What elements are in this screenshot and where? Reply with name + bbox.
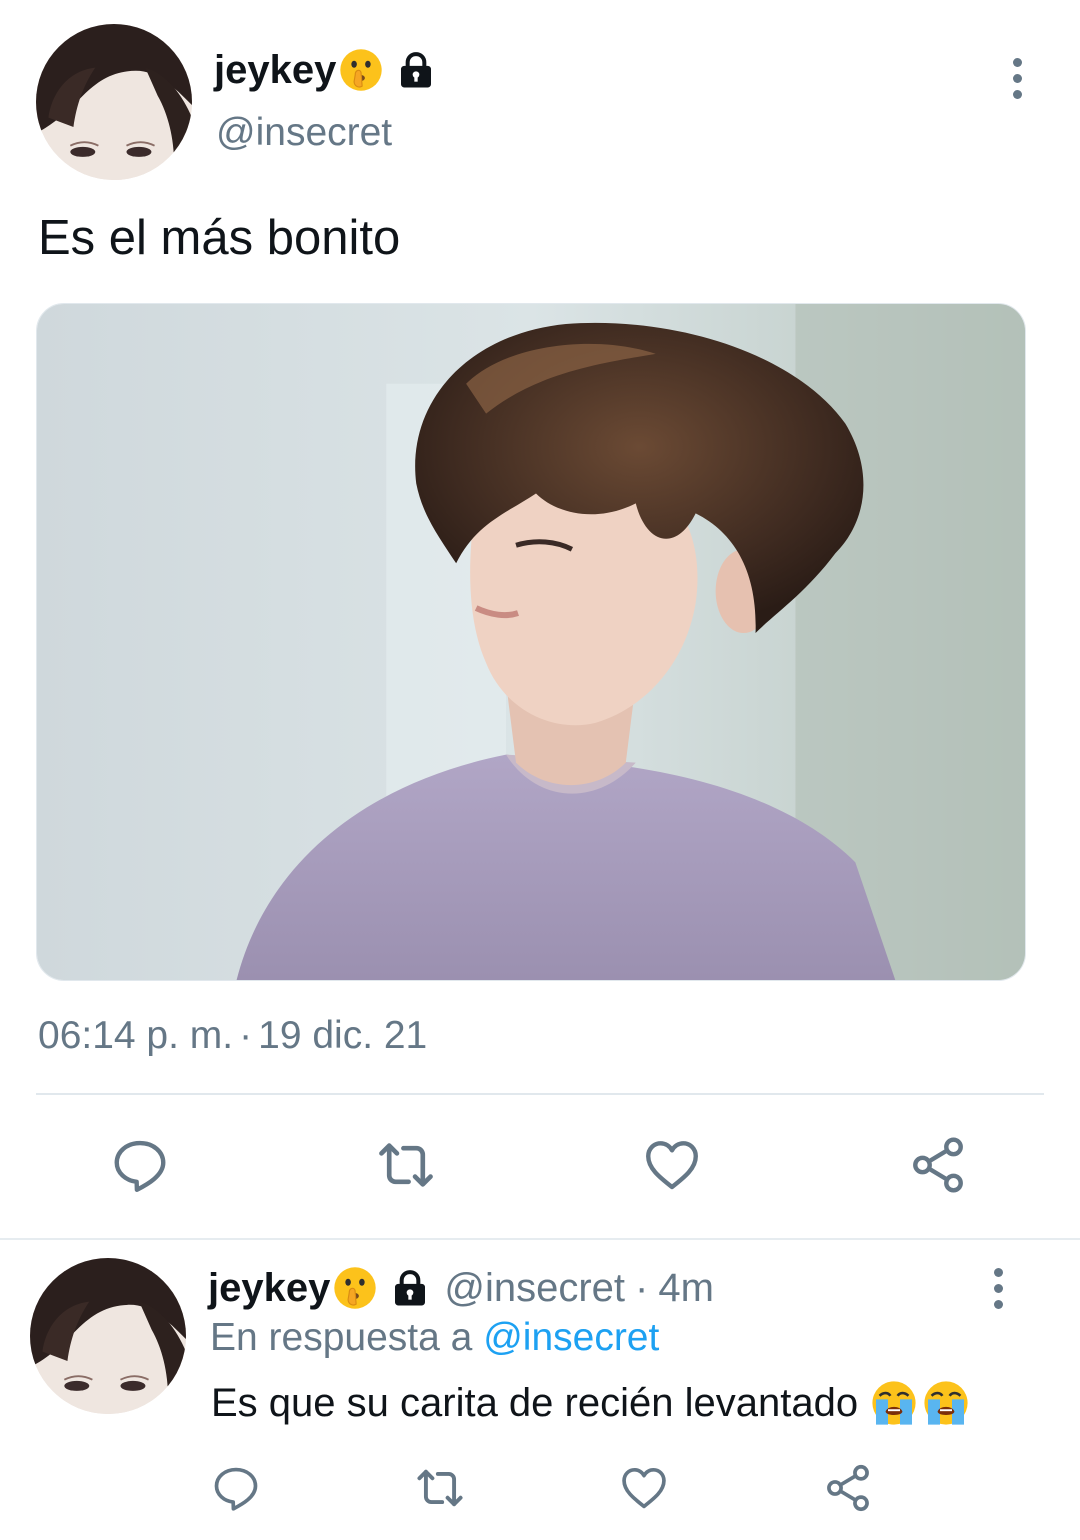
reply-like-button[interactable] <box>612 1456 676 1520</box>
like-icon <box>618 1462 670 1514</box>
author-handle[interactable]: @insecret <box>216 110 392 156</box>
reply-time[interactable]: 4m <box>658 1264 714 1312</box>
author-avatar[interactable] <box>36 24 192 180</box>
reply-text-content: Es que su carita de recién levantado <box>211 1381 859 1425</box>
reply-author-name[interactable]: jeykey <box>208 1264 330 1312</box>
retweet-icon <box>375 1134 437 1196</box>
lock-icon <box>396 50 436 90</box>
reply-header: jeykey @insecret · 4m <box>208 1264 714 1312</box>
tweet-photo[interactable] <box>36 303 1026 981</box>
lock-icon <box>390 1268 430 1308</box>
avatar-image <box>30 1258 186 1414</box>
reply-separator: · <box>635 1266 649 1310</box>
tweet-timestamp[interactable]: 06:14 p. m. · 19 dic. 21 <box>38 1014 427 1058</box>
more-options-icon[interactable] <box>1010 58 1024 99</box>
shushing-face-emoji <box>338 47 384 93</box>
like-icon <box>641 1134 703 1196</box>
share-button[interactable] <box>898 1130 978 1200</box>
reply-context: En respuesta a @insecret <box>210 1314 659 1362</box>
share-icon <box>822 1462 874 1514</box>
tweet-text: Es el más bonito <box>38 211 401 265</box>
reply-icon <box>109 1134 171 1196</box>
reply-context-prefix: En respuesta a <box>210 1316 473 1359</box>
photo-image <box>37 304 1025 980</box>
tweet-date: 19 dic. 21 <box>258 1014 428 1057</box>
divider <box>36 1093 1044 1095</box>
reply-text: Es que su carita de recién levantado <box>211 1378 970 1428</box>
retweet-button[interactable] <box>366 1130 446 1200</box>
tweet-time: 06:14 p. m. <box>38 1014 234 1057</box>
reply-share-button[interactable] <box>816 1456 880 1520</box>
avatar-image <box>36 24 192 180</box>
loudly-crying-face-emoji <box>922 1379 970 1427</box>
reply-button[interactable] <box>100 1130 180 1200</box>
reply-more-options-icon[interactable] <box>991 1268 1005 1309</box>
reply-reply-button[interactable] <box>204 1456 268 1520</box>
reply-icon <box>210 1462 262 1514</box>
share-icon <box>907 1134 969 1196</box>
author-name[interactable]: jeykey <box>214 46 436 94</box>
retweet-icon <box>414 1462 466 1514</box>
loudly-crying-face-emoji <box>870 1379 918 1427</box>
reply-retweet-button[interactable] <box>408 1456 472 1520</box>
author-name-text: jeykey <box>214 48 337 92</box>
reply-author-handle[interactable]: @insecret <box>444 1264 625 1312</box>
reply-to-link[interactable]: @insecret <box>483 1316 659 1359</box>
meta-separator: · <box>239 1014 253 1057</box>
reply-author-avatar[interactable] <box>30 1258 186 1414</box>
like-button[interactable] <box>632 1130 712 1200</box>
shushing-face-emoji <box>332 1265 378 1311</box>
section-divider <box>0 1238 1080 1240</box>
